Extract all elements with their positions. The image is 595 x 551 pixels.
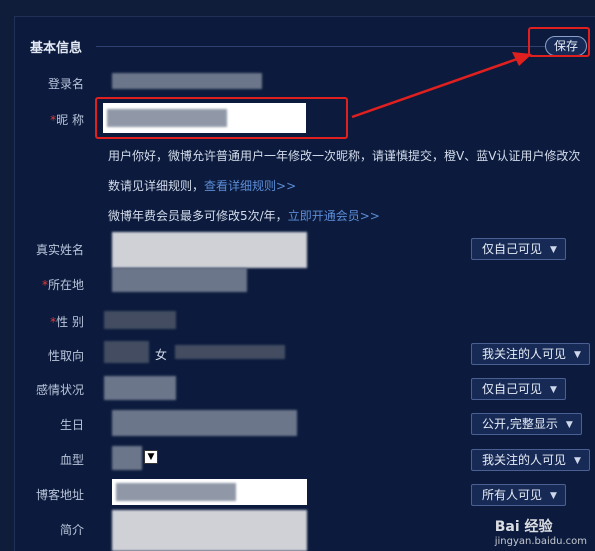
chevron-down-icon: ▼ [574,456,581,466]
blood-value-redacted [112,446,142,470]
realname-privacy-value: 仅自己可见 [482,242,543,256]
location-label-text: 所在地 [47,278,84,292]
vip-note: 微博年费会员最多可修改5次/年，立即开通会员>> [108,207,380,224]
blood-privacy-dropdown[interactable]: 我关注的人可见 ▼ [471,449,590,471]
realname-privacy-dropdown[interactable]: 仅自己可见 ▼ [471,238,566,260]
login-label: 登录名 [47,77,84,91]
watermark-brand: Bai 经验 [494,519,553,535]
birthday-privacy-dropdown[interactable]: 公开,完整显示 ▼ [471,413,582,435]
relationship-privacy-value: 仅自己可见 [482,382,543,396]
relationship-label: 感情状况 [35,383,84,397]
blood-select[interactable]: ▼ [144,450,158,464]
watermark-url: jingyan.baidu.com [494,536,587,547]
baidu-jingyan-watermark: Bai 经验 jingyan.baidu.com [495,516,587,547]
blog-value-redacted [116,483,236,501]
orientation-partial-text: 女 [155,348,168,362]
chevron-down-icon: ▼ [565,420,573,430]
relationship-privacy-dropdown[interactable]: 仅自己可见 ▼ [471,378,566,400]
chevron-down-icon: ▼ [550,491,557,501]
blog-privacy-value: 所有人可见 [482,488,543,502]
login-value-redacted [112,73,262,89]
relationship-value-redacted [104,376,176,400]
orientation-value-redacted [104,341,149,363]
nickname-input[interactable] [103,103,306,133]
blog-input[interactable] [112,479,307,505]
open-vip-link[interactable]: 立即开通会员>> [288,209,380,223]
birthday-label: 生日 [59,418,84,432]
nickname-rule-note-2: 数请见详细规则，查看详细规则>> [108,177,296,194]
realname-label: 真实姓名 [35,243,84,257]
nickname-rule-note: 用户你好，微博允许普通用户一年修改一次昵称，请谨慎提交，橙V、蓝V认证用户修改次 [108,149,581,163]
nickname-value-redacted [107,109,227,127]
nickname-label-text: 昵 称 [56,113,84,127]
blood-privacy-value: 我关注的人可见 [482,453,567,467]
gender-label-text: 性 别 [56,315,84,329]
vip-note-text: 微博年费会员最多可修改5次/年， [108,209,288,223]
orientation-privacy-value: 我关注的人可见 [482,347,567,361]
chevron-down-icon: ▼ [550,385,557,395]
orientation-label: 性取向 [47,349,84,363]
intro-value-redacted [112,510,307,551]
chevron-down-icon: ▼ [574,350,581,360]
blog-label: 博客地址 [35,488,84,502]
realname-value-redacted [112,232,307,268]
blood-label: 血型 [59,453,84,467]
orientation-value-redacted-2 [175,345,285,359]
gender-label: *性 别 [14,313,84,330]
view-rules-link[interactable]: 查看详细规则>> [204,179,296,193]
rule-note-text: 数请见详细规则， [108,179,205,193]
location-value-redacted [112,268,247,292]
intro-label: 简介 [59,523,84,537]
gender-value-redacted [104,311,176,329]
birthday-privacy-value: 公开,完整显示 [482,417,558,431]
orientation-privacy-dropdown[interactable]: 我关注的人可见 ▼ [471,343,590,365]
blog-privacy-dropdown[interactable]: 所有人可见 ▼ [471,484,566,506]
location-label: *所在地 [14,276,84,293]
chevron-down-icon: ▼ [550,245,557,255]
nickname-label: *昵 称 [14,111,84,128]
birthday-value-redacted [112,410,297,436]
